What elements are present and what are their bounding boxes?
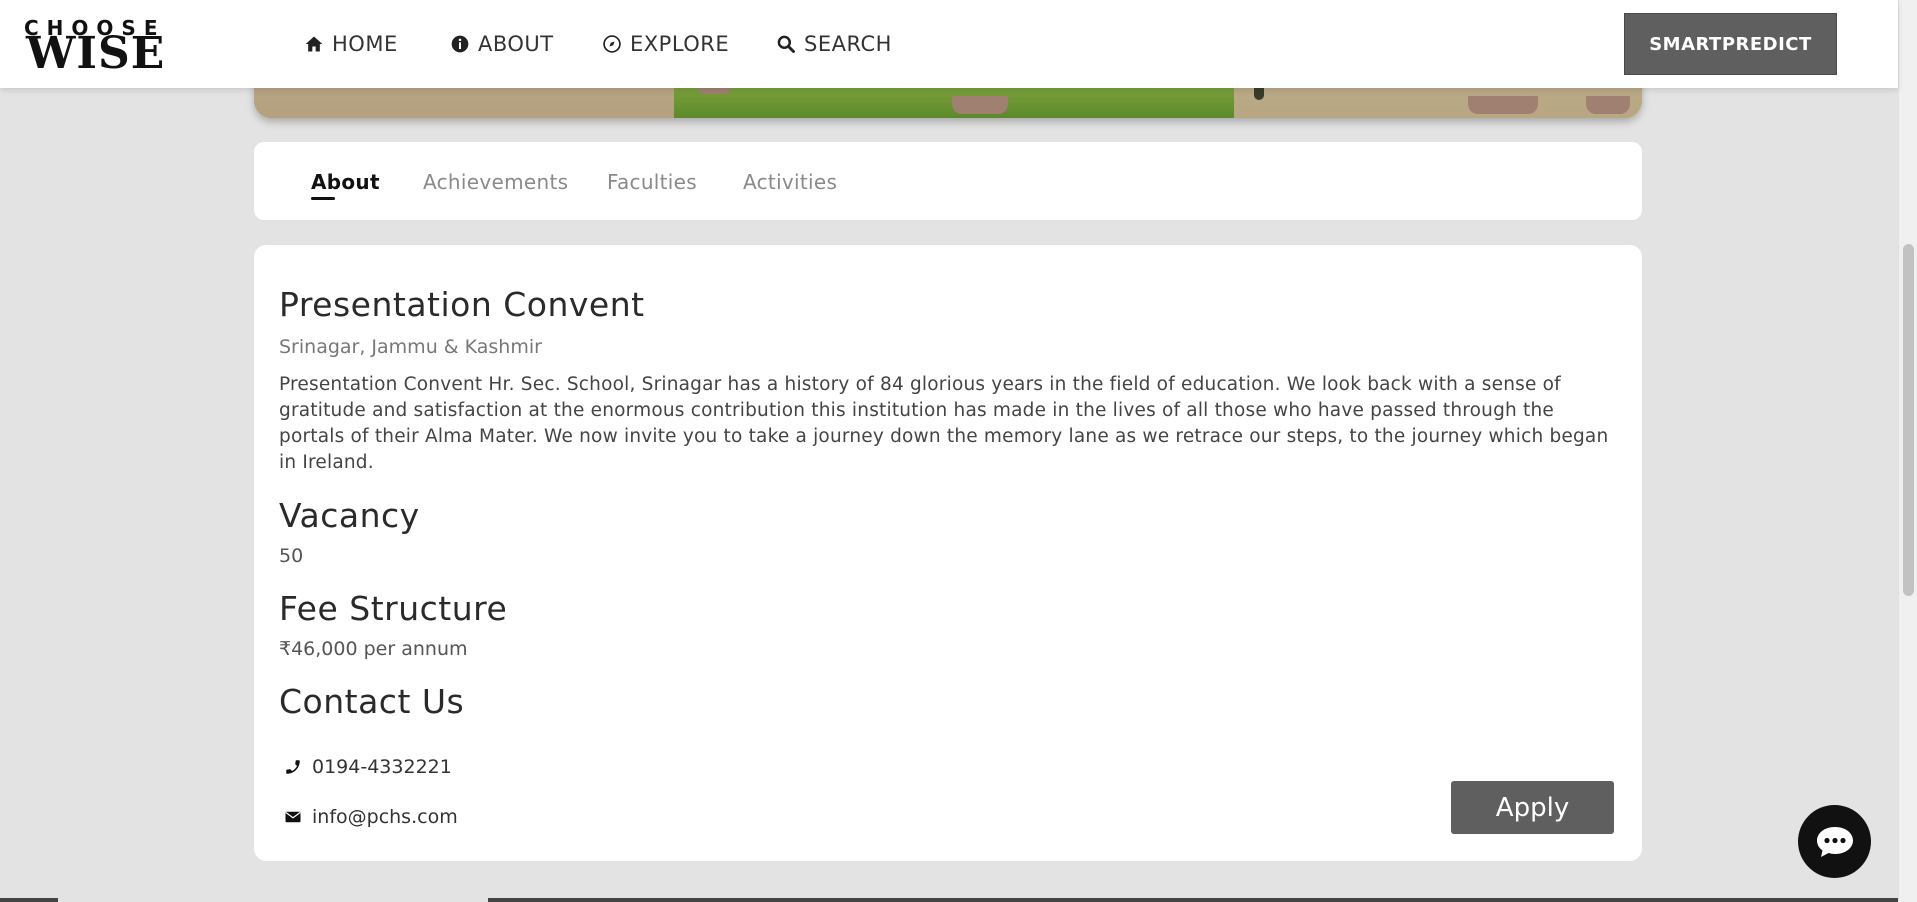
nav-home-label: HOME <box>332 32 398 56</box>
search-icon <box>777 35 795 53</box>
scrollbar-thumb[interactable] <box>1903 244 1914 596</box>
nav-search-label: SEARCH <box>804 32 892 56</box>
page-scrollbar[interactable] <box>1898 0 1917 902</box>
contact-phone[interactable]: 0194-4332221 <box>284 756 452 778</box>
apply-button[interactable]: Apply <box>1451 781 1614 834</box>
logo-bottom-text: WISE <box>26 28 166 79</box>
nav-explore[interactable]: EXPLORE <box>602 30 729 58</box>
fee-heading: Fee Structure <box>279 589 508 628</box>
top-navbar: CHOOSE WISE HOME ABOUT EXPLORE SEARCH SM… <box>0 0 1898 88</box>
contact-email-text: info@pchs.com <box>312 806 458 828</box>
vacancy-value: 50 <box>279 545 304 567</box>
compass-icon <box>603 35 621 53</box>
nav-search[interactable]: SEARCH <box>776 30 892 58</box>
choosewise-logo[interactable]: CHOOSE WISE <box>24 18 238 79</box>
contact-phone-text: 0194-4332221 <box>312 756 452 778</box>
school-location: Srinagar, Jammu & Kashmir <box>279 336 542 358</box>
tab-achievements[interactable]: Achievements <box>423 170 568 194</box>
nav-home[interactable]: HOME <box>304 30 398 58</box>
tab-activities[interactable]: Activities <box>743 170 837 194</box>
tab-faculties[interactable]: Faculties <box>607 170 697 194</box>
vacancy-heading: Vacancy <box>279 496 420 535</box>
tabs-bar: About Achievements Faculties Activities <box>254 142 1642 220</box>
tab-about[interactable]: About <box>311 170 380 200</box>
nav-about[interactable]: ABOUT <box>450 30 554 58</box>
home-icon <box>305 36 323 52</box>
contact-email[interactable]: info@pchs.com <box>284 806 458 828</box>
phone-icon <box>286 760 300 774</box>
school-name: Presentation Convent <box>279 285 645 324</box>
nav-explore-label: EXPLORE <box>630 32 730 56</box>
contact-heading: Contact Us <box>279 682 465 721</box>
chat-button[interactable] <box>1798 805 1871 878</box>
nav-about-label: ABOUT <box>478 32 554 56</box>
envelope-icon <box>285 811 301 823</box>
chat-bubble-icon <box>1816 826 1853 857</box>
bottom-edge <box>0 896 1898 902</box>
info-icon <box>451 35 469 53</box>
school-description: Presentation Convent Hr. Sec. School, Sr… <box>279 374 1609 473</box>
fee-value: ₹46,000 per annum <box>279 638 468 660</box>
smartpredict-button[interactable]: SMARTPREDICT <box>1624 13 1837 75</box>
school-details-card: Presentation Convent Srinagar, Jammu & K… <box>254 245 1642 861</box>
